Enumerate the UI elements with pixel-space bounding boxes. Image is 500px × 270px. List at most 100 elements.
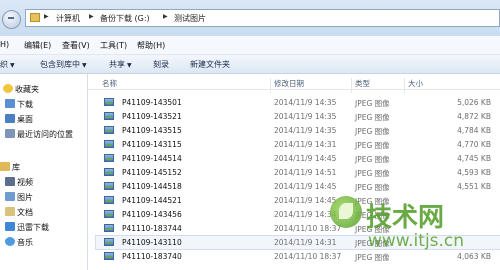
nav-label: 桌面	[17, 115, 33, 124]
library-icon	[0, 162, 10, 171]
file-name: P41109-144514	[122, 154, 182, 163]
jpeg-file-icon	[104, 112, 114, 120]
chevron-down-icon: ▼	[82, 62, 87, 69]
chevron-right-icon[interactable]: ▶	[44, 13, 49, 20]
menu-edit[interactable]: 编辑(E)	[24, 40, 51, 51]
nav-thunder-downloads[interactable]: 迅雷下载	[0, 220, 87, 234]
column-divider[interactable]	[404, 78, 405, 93]
file-size: 4,745 KB	[457, 154, 491, 163]
nav-label: 迅雷下载	[17, 223, 49, 232]
command-bar: 织 ▼ 包含到库中 ▼ 共享 ▼ 刻录 新建文件夹	[0, 55, 500, 74]
file-row[interactable]: P41109-143521 2014/11/9 14:35 JPEG 图像 4,…	[96, 110, 500, 123]
file-date: 2014/11/9 14:35	[274, 98, 337, 107]
column-divider[interactable]	[270, 78, 271, 93]
file-row[interactable]: P41109-145152 2014/11/9 14:51 JPEG 图像 4,…	[96, 166, 500, 179]
nav-music[interactable]: 音乐	[0, 235, 87, 249]
file-row[interactable]: P41109-143115 2014/11/9 14:31 JPEG 图像 4,…	[96, 138, 500, 151]
organize-button[interactable]: 织 ▼	[0, 59, 15, 70]
video-library-icon	[5, 177, 15, 186]
file-row[interactable]: P41109-143501 2014/11/9 14:35 JPEG 图像 5,…	[96, 96, 500, 109]
nav-pictures[interactable]: 图片	[0, 190, 87, 204]
column-header: 名称 修改日期 类型 大小	[88, 74, 500, 93]
nav-desktop[interactable]: 桌面	[0, 112, 87, 126]
nav-label: 视频	[17, 178, 33, 187]
file-row[interactable]: P41109-143515 2014/11/9 14:35 JPEG 图像 4,…	[96, 124, 500, 137]
nav-label: 图片	[17, 193, 33, 202]
pictures-library-icon	[5, 192, 15, 201]
menu-file-partial[interactable]: H)	[0, 40, 9, 49]
file-name: P41109-145152	[122, 168, 182, 177]
nav-label: 收藏夹	[15, 85, 39, 94]
file-row[interactable]: P41110-183740 2014/11/10 18:37 JPEG 图像 4…	[96, 250, 500, 263]
file-type: JPEG 图像	[355, 113, 390, 122]
back-button[interactable]	[2, 10, 21, 29]
file-type: JPEG 图像	[355, 155, 390, 164]
nav-label: 库	[12, 163, 20, 172]
file-type: JPEG 图像	[355, 127, 390, 136]
jpeg-file-icon	[104, 224, 114, 232]
nav-libraries[interactable]: 库	[0, 160, 87, 174]
file-type: JPEG 图像	[355, 183, 390, 192]
file-name: P41109-144521	[122, 196, 182, 205]
organize-label: 织	[0, 60, 8, 69]
file-date: 2014/11/9 14:45	[274, 154, 337, 163]
file-size: 4,872 KB	[457, 112, 491, 121]
address-box[interactable]: ▶ 计算机 ▶ 备份下载 (G:) ▶ 测试图片	[25, 9, 500, 27]
column-name[interactable]: 名称	[102, 78, 117, 89]
jpeg-file-icon	[104, 154, 114, 162]
nav-recent-places[interactable]: 最近访问的位置	[0, 127, 87, 141]
file-type: JPEG 图像	[355, 253, 390, 262]
column-type[interactable]: 类型	[355, 78, 370, 89]
file-name: P41109-143515	[122, 126, 182, 135]
file-type: JPEG 图像	[355, 169, 390, 178]
recent-places-icon	[5, 129, 15, 138]
column-size[interactable]: 大小	[408, 78, 423, 89]
breadcrumb-computer[interactable]: 计算机	[56, 13, 80, 24]
file-row[interactable]: P41109-144518 2014/11/9 14:45 JPEG 图像 4,…	[96, 180, 500, 193]
watermark-logo-icon	[330, 196, 362, 228]
chevron-down-icon: ▼	[10, 62, 15, 69]
nav-label: 下载	[17, 100, 33, 109]
column-divider[interactable]	[351, 78, 352, 93]
jpeg-file-icon	[104, 140, 114, 148]
include-library-button[interactable]: 包含到库中 ▼	[40, 59, 87, 70]
breadcrumb-drive[interactable]: 备份下载 (G:)	[100, 13, 150, 24]
file-name: P41109-143521	[122, 112, 182, 121]
file-size: 4,770 KB	[457, 140, 491, 149]
burn-button[interactable]: 刻录	[153, 59, 169, 70]
nav-label: 文档	[17, 208, 33, 217]
file-date: 2014/11/9 14:31	[274, 238, 337, 247]
file-date: 2014/11/9 14:35	[274, 126, 337, 135]
watermark-url: www.itjs.cn	[368, 231, 465, 251]
new-folder-button[interactable]: 新建文件夹	[190, 59, 230, 70]
file-name: P41109-143456	[122, 210, 182, 219]
nav-documents[interactable]: 文档	[0, 205, 87, 219]
navigation-pane: 收藏夹 下载 桌面 最近访问的位置 库 视频 图片 文档 迅雷下载 音乐	[0, 74, 88, 270]
file-name: P41109-143501	[122, 98, 182, 107]
file-row[interactable]: P41109-144514 2014/11/9 14:45 JPEG 图像 4,…	[96, 152, 500, 165]
file-name: P41109-143115	[122, 140, 182, 149]
menu-tools[interactable]: 工具(T)	[100, 40, 127, 51]
nav-videos[interactable]: 视频	[0, 175, 87, 189]
nav-downloads[interactable]: 下载	[0, 97, 87, 111]
nav-favorites[interactable]: 收藏夹	[0, 82, 87, 96]
column-date[interactable]: 修改日期	[274, 78, 304, 89]
menu-help[interactable]: 帮助(H)	[137, 40, 165, 51]
folder-icon	[30, 13, 40, 22]
jpeg-file-icon	[104, 98, 114, 106]
documents-library-icon	[5, 207, 15, 216]
chevron-right-icon[interactable]: ▶	[89, 13, 94, 20]
chevron-right-icon[interactable]: ▶	[163, 13, 168, 20]
jpeg-file-icon	[104, 182, 114, 190]
breadcrumb-folder[interactable]: 测试图片	[174, 13, 206, 24]
file-date: 2014/11/9 14:45	[274, 182, 337, 191]
menu-view[interactable]: 查看(V)	[62, 40, 90, 51]
jpeg-file-icon	[104, 252, 114, 260]
share-label: 共享	[109, 60, 125, 69]
jpeg-file-icon	[104, 126, 114, 134]
chevron-down-icon: ▼	[127, 62, 132, 69]
menu-bar: H) 编辑(E) 查看(V) 工具(T) 帮助(H)	[0, 36, 500, 55]
star-icon	[3, 84, 13, 93]
file-date: 2014/11/9 14:45	[274, 196, 337, 205]
share-button[interactable]: 共享 ▼	[109, 59, 132, 70]
